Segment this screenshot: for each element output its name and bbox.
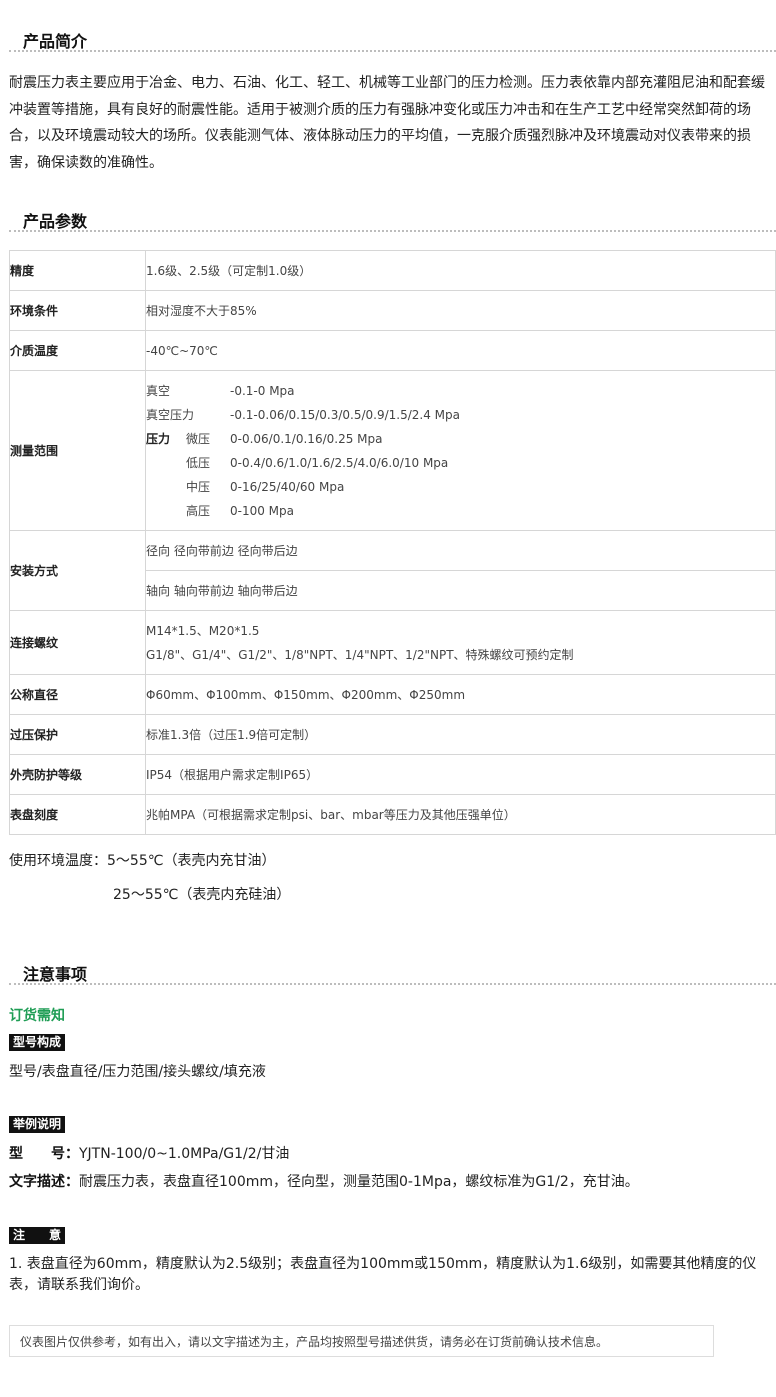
param-value: 兆帕MPA（可根据需求定制psi、bar、mbar等压力及其他压强单位） <box>145 794 776 835</box>
section-divider <box>9 983 776 985</box>
param-label: 表盘刻度 <box>9 794 146 835</box>
range-name: 微压 <box>186 432 211 446</box>
example-tag: 举例说明 <box>9 1116 66 1133</box>
range-value-text: 0-0.06/0.1/0.16/0.25 Mpa <box>230 431 383 446</box>
range-line: 压力 微压 0-0.06/0.1/0.16/0.25 Mpa <box>146 427 775 451</box>
section-divider <box>9 230 776 232</box>
param-label: 外壳防护等级 <box>9 754 146 795</box>
example-model-line: 型 号：YJTN-100/0~1.0MPa/G1/2/甘油 <box>9 1143 289 1163</box>
param-label: 环境条件 <box>9 290 146 331</box>
table-row-range: 测量范围 真空 -0.1-0 Mpa 真空压力 -0.1-0.06/0.15/0.3… <box>9 370 776 531</box>
range-line: 真空 -0.1-0 Mpa <box>146 379 775 403</box>
param-label: 连接螺纹 <box>9 610 146 675</box>
table-row: 公称直径 Φ60mm、Φ100mm、Φ150mm、Φ200mm、Φ250mm <box>9 674 776 715</box>
env-temp-line: 25～55℃（表壳内充硅油） <box>113 887 291 903</box>
range-line: 高压 0-100 Mpa <box>146 499 775 523</box>
range-name: 高压 <box>186 504 211 518</box>
param-label: 测量范围 <box>9 370 146 531</box>
attention-text: 1. 表盘直径为60mm，精度默认为2.5级别；表盘直径为100mm或150mm… <box>9 1256 757 1293</box>
model-tag: 型号构成 <box>9 1034 66 1051</box>
param-value: IP54（根据用户需求定制IP65） <box>145 754 776 795</box>
range-name: 低压 <box>186 456 211 470</box>
param-value: Φ60mm、Φ100mm、Φ150mm、Φ200mm、Φ250mm <box>145 674 776 715</box>
param-label: 安装方式 <box>9 530 146 611</box>
attention-tag: 注 意 <box>9 1227 66 1244</box>
section-title-notes: 注意事项 <box>23 965 88 984</box>
table-row: 外壳防护等级 IP54（根据用户需求定制IP65） <box>9 754 776 795</box>
range-value-text: 0-100 Mpa <box>230 503 295 518</box>
param-value: 1.6级、2.5级（可定制1.0级） <box>145 250 776 291</box>
thread-line: M14*1.5、M20*1.5 <box>146 623 260 638</box>
range-value-text: -0.1-0.06/0.15/0.3/0.5/0.9/1.5/2.4 Mpa <box>230 407 460 422</box>
range-line: 低压 0-0.4/0.6/1.0/1.6/2.5/4.0/6.0/10 Mpa <box>146 451 775 475</box>
param-label: 公称直径 <box>9 674 146 715</box>
example-desc-value: 耐震压力表，表盘直径100mm，径向型，测量范围0-1Mpa，螺纹标准为G1/2… <box>79 1174 639 1190</box>
example-desc-label: 文字描述： <box>9 1174 79 1190</box>
param-value: M14*1.5、M20*1.5 G1/8"、G1/4"、G1/2"、1/8"NP… <box>145 610 776 675</box>
params-table: 精度 1.6级、2.5级（可定制1.0级） 环境条件 相对湿度不大于85% 介质… <box>9 250 776 835</box>
param-value: 轴向 轴向带前边 轴向带后边 <box>145 570 776 611</box>
range-line: 真空压力 -0.1-0.06/0.15/0.3/0.5/0.9/1.5/2.4 M… <box>146 403 775 427</box>
range-value-text: 0-16/25/40/60 Mpa <box>230 479 345 494</box>
section-title-intro: 产品简介 <box>23 32 88 51</box>
table-row: 介质温度 -40℃~70℃ <box>9 330 776 371</box>
example-desc-line: 文字描述：耐震压力表，表盘直径100mm，径向型，测量范围0-1Mpa，螺纹标准… <box>9 1171 639 1191</box>
example-model-label: 型 号： <box>9 1146 79 1162</box>
param-value: 径向 径向带前边 径向带后边 <box>145 530 776 571</box>
thread-line: G1/8"、G1/4"、G1/2"、1/8"NPT、1/4"NPT、1/2"NP… <box>146 647 574 662</box>
table-row: 连接螺纹 M14*1.5、M20*1.5 G1/8"、G1/4"、G1/2"、1… <box>9 610 776 675</box>
intro-paragraph: 耐震压力表主要应用于冶金、电力、石油、化工、轻工、机械等工业部门的压力检测。压力… <box>9 75 765 171</box>
disclaimer-box: 仪表图片仅供参考，如有出入，请以文字描述为主，产品均按照型号描述供货，请务必在订… <box>9 1325 714 1357</box>
range-value: 真空 -0.1-0 Mpa 真空压力 -0.1-0.06/0.15/0.3/0.5/… <box>145 370 776 531</box>
param-label: 介质温度 <box>9 330 146 371</box>
env-temp-line: 使用环境温度：5～55℃（表壳内充甘油） <box>9 853 276 869</box>
range-name: 中压 <box>186 480 211 494</box>
param-value: -40℃~70℃ <box>145 330 776 371</box>
example-model-value: YJTN-100/0~1.0MPa/G1/2/甘油 <box>79 1146 290 1162</box>
order-notice-title: 订货需知 <box>9 1008 65 1024</box>
param-label: 精度 <box>9 250 146 291</box>
param-value: 相对湿度不大于85% <box>145 290 776 331</box>
section-title-params: 产品参数 <box>23 212 88 231</box>
range-group-name: 压力 <box>146 432 171 446</box>
table-row: 环境条件 相对湿度不大于85% <box>9 290 776 331</box>
range-line: 中压 0-16/25/40/60 Mpa <box>146 475 775 499</box>
model-text: 型号/表盘直径/压力范围/接头螺纹/填充液 <box>9 1064 266 1080</box>
range-value-text: -0.1-0 Mpa <box>230 383 295 398</box>
table-row: 精度 1.6级、2.5级（可定制1.0级） <box>9 250 776 291</box>
param-value: 标准1.3倍（过压1.9倍可定制） <box>145 714 776 755</box>
table-row: 过压保护 标准1.3倍（过压1.9倍可定制） <box>9 714 776 755</box>
range-name: 真空压力 <box>146 408 195 422</box>
range-name: 真空 <box>146 384 171 398</box>
range-value-text: 0-0.4/0.6/1.0/1.6/2.5/4.0/6.0/10 Mpa <box>230 455 449 470</box>
section-divider <box>9 50 776 52</box>
table-row: 安装方式 径向 径向带前边 径向带后边 <box>9 530 776 611</box>
param-label: 过压保护 <box>9 714 146 755</box>
table-row: 表盘刻度 兆帕MPA（可根据需求定制psi、bar、mbar等压力及其他压强单位… <box>9 794 776 835</box>
